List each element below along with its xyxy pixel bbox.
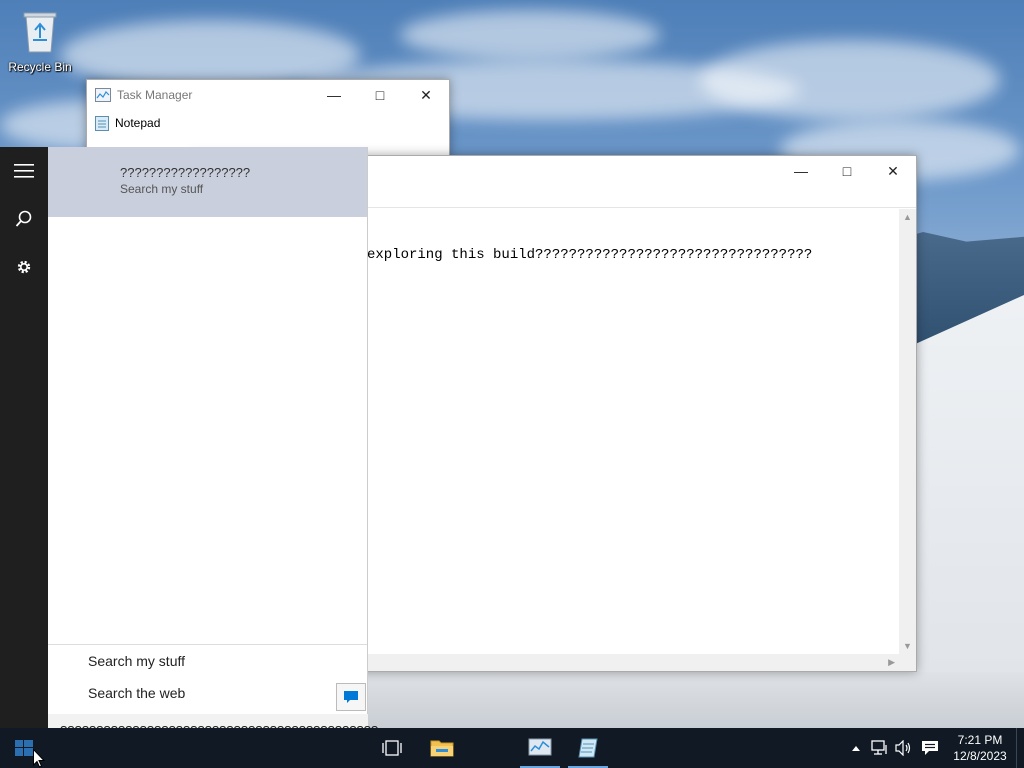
process-row-notepad[interactable]: Notepad xyxy=(87,110,449,136)
close-button[interactable]: ✕ xyxy=(870,156,916,186)
show-hidden-icons-button[interactable] xyxy=(844,744,868,752)
settings-rail-button[interactable] xyxy=(0,243,48,291)
task-manager-icon xyxy=(95,88,111,102)
snow-ground xyxy=(368,672,1024,728)
task-manager-taskbar-button[interactable] xyxy=(516,728,564,768)
maximize-button[interactable]: □ xyxy=(357,80,403,110)
start-left-rail xyxy=(0,147,48,728)
search-my-stuff-option[interactable]: Search my stuff xyxy=(48,645,367,677)
taskbar: 7:21 PM 12/8/2023 xyxy=(0,728,1024,768)
hamburger-menu-button[interactable] xyxy=(0,147,48,195)
search-the-web-option[interactable]: Search the web xyxy=(48,677,367,709)
task-manager-title: Task Manager xyxy=(117,88,193,102)
vertical-scrollbar[interactable]: ▲ ▼ xyxy=(899,209,916,654)
search-result-subtitle: Search my stuff xyxy=(120,182,204,196)
maximize-button[interactable]: □ xyxy=(824,156,870,186)
process-name: Notepad xyxy=(115,116,161,130)
task-view-icon xyxy=(382,740,402,756)
search-panel: ?????????????????? Search my stuff Searc… xyxy=(48,147,368,728)
clock-date: 12/8/2023 xyxy=(953,749,1007,763)
network-button[interactable] xyxy=(868,740,892,756)
notification-icon xyxy=(922,741,938,755)
notepad-icon xyxy=(578,738,598,758)
chevron-up-icon xyxy=(852,746,860,751)
folder-icon xyxy=(430,740,454,757)
minimize-button[interactable]: — xyxy=(311,80,357,110)
gear-icon xyxy=(17,260,31,274)
scroll-up-icon[interactable]: ▲ xyxy=(903,212,912,222)
hamburger-icon xyxy=(14,164,34,178)
search-result-item[interactable]: ?????????????????? Search my stuff xyxy=(48,147,367,217)
volume-button[interactable] xyxy=(892,740,916,756)
network-icon xyxy=(871,740,887,755)
recycle-bin-label: Recycle Bin xyxy=(8,60,72,74)
close-button[interactable]: ✕ xyxy=(403,80,449,110)
show-desktop-button[interactable] xyxy=(1016,728,1024,768)
scroll-down-icon[interactable]: ▼ xyxy=(903,641,912,651)
recycle-bin-icon xyxy=(23,12,57,53)
feedback-icon xyxy=(344,691,358,703)
recycle-bin-shortcut[interactable]: Recycle Bin xyxy=(6,8,74,74)
speaker-icon xyxy=(895,740,911,756)
search-result-title: ?????????????????? xyxy=(120,165,251,180)
notepad-icon xyxy=(95,116,109,131)
system-tray: 7:21 PM 12/8/2023 xyxy=(844,728,1024,768)
scroll-right-icon[interactable]: ▶ xyxy=(888,657,895,668)
clock-time: 7:21 PM xyxy=(957,733,1003,747)
clock[interactable]: 7:21 PM 12/8/2023 xyxy=(944,732,1016,764)
search-rail-button[interactable] xyxy=(0,195,48,243)
feedback-button[interactable] xyxy=(336,683,366,711)
windows-logo-icon xyxy=(15,740,33,756)
minimize-button[interactable]: — xyxy=(778,156,824,186)
file-explorer-button[interactable] xyxy=(418,728,466,768)
notepad-taskbar-button[interactable] xyxy=(564,728,612,768)
search-icon xyxy=(15,210,32,227)
task-view-button[interactable] xyxy=(368,728,416,768)
mouse-cursor-icon xyxy=(33,749,45,768)
task-manager-titlebar[interactable]: Task Manager — □ ✕ xyxy=(87,80,449,110)
resize-grip[interactable] xyxy=(899,654,916,671)
task-manager-icon xyxy=(528,738,552,756)
action-center-button[interactable] xyxy=(916,740,944,756)
